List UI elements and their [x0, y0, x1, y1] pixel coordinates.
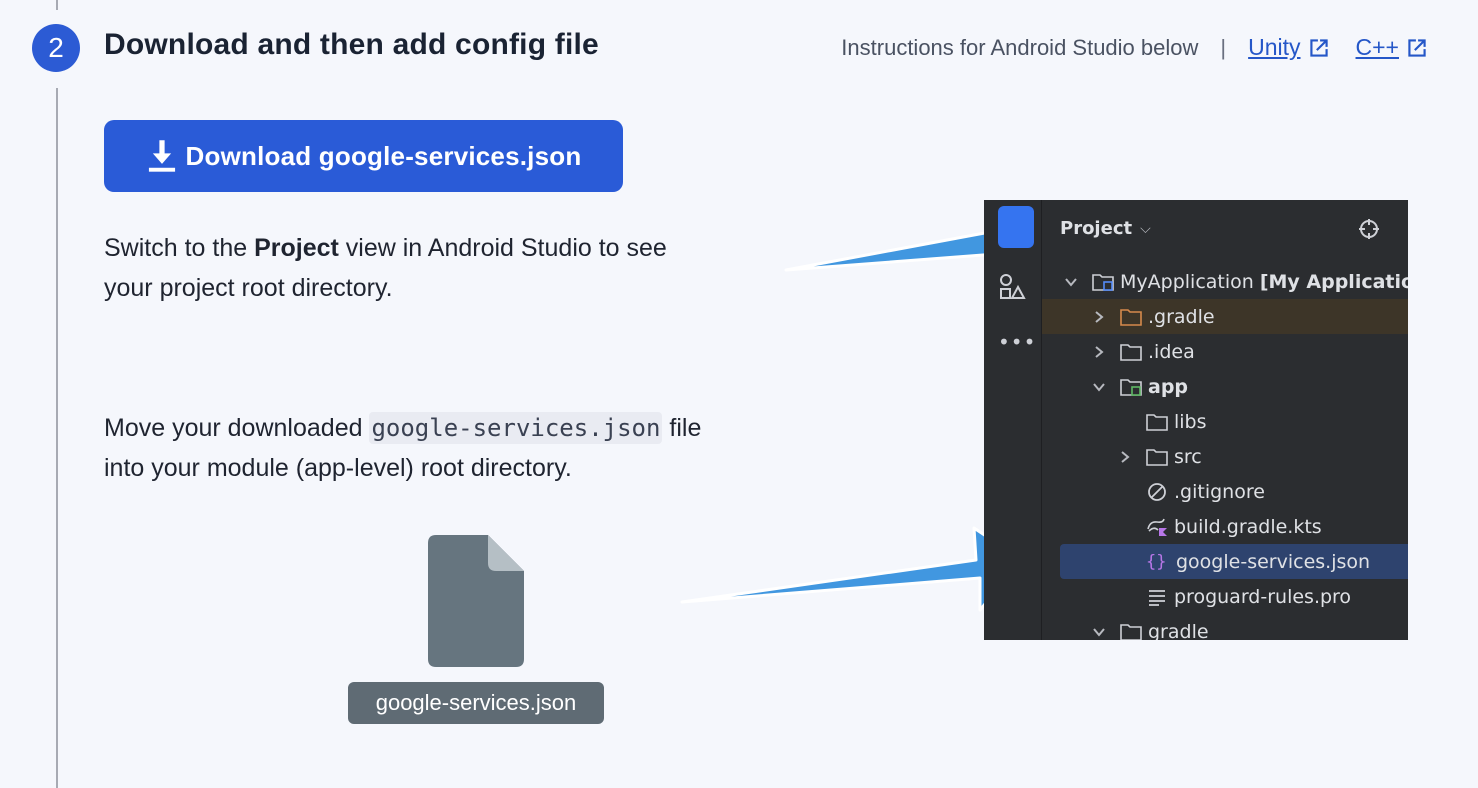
p2-line2: into your module (app-level) root direct…	[104, 454, 572, 482]
tree-item-gradle-cache[interactable]: .gradle	[1042, 299, 1408, 334]
instructions-text: Instructions for Android Studio below	[841, 34, 1199, 60]
step-connector-line	[56, 88, 58, 788]
folder-icon	[1120, 343, 1142, 361]
tree-item-idea[interactable]: .idea	[1092, 334, 1195, 369]
tree-item-libs[interactable]: libs	[1146, 404, 1207, 439]
resource-manager-icon[interactable]	[998, 272, 1026, 300]
tree-item-google-services-json[interactable]: {} google-services.json	[1060, 544, 1408, 579]
tree-label: google-services.json	[1176, 550, 1371, 573]
step-number-badge: 2	[32, 24, 80, 72]
module-folder-icon	[1120, 378, 1142, 396]
p1-bold: Project	[254, 234, 339, 262]
cpp-link[interactable]: C++	[1356, 34, 1430, 61]
file-chip: google-services.json	[348, 682, 604, 724]
chevron-down-icon	[1093, 382, 1105, 392]
p2-text-a: Move your downloaded	[104, 414, 370, 442]
json-file-icon: {}	[1146, 551, 1167, 572]
folder-icon	[1146, 413, 1168, 431]
tree-item-gradle[interactable]: gradle	[1092, 614, 1209, 640]
file-icon	[428, 535, 524, 667]
tree-item-src[interactable]: src	[1118, 439, 1202, 474]
p2-code: google-services.json	[369, 412, 663, 444]
chevron-right-icon	[1095, 345, 1104, 358]
project-tool-active-icon[interactable]	[998, 206, 1034, 248]
tree-item-app[interactable]: app	[1092, 369, 1188, 404]
external-link-icon	[1408, 38, 1426, 57]
step-title: Download and then add config file	[104, 28, 599, 61]
project-view-instruction: Switch to the Project view in Android St…	[104, 228, 667, 308]
p2-text-b: file	[662, 414, 702, 442]
tree-item-build-gradle[interactable]: build.gradle.kts	[1146, 509, 1322, 544]
download-button-label: Download google-services.json	[185, 140, 582, 171]
tree-label: app	[1148, 375, 1189, 398]
tree-item-gitignore[interactable]: .gitignore	[1146, 474, 1265, 509]
tree-label: .gitignore	[1174, 480, 1265, 503]
ide-tool-rail: •••	[984, 200, 1042, 640]
tree-label: .idea	[1148, 340, 1195, 363]
unity-link[interactable]: Unity	[1248, 34, 1331, 61]
tree-label-suffix: [My Application]	[1259, 270, 1408, 293]
move-file-instruction: Move your downloaded google-services.jso…	[104, 408, 701, 488]
folder-icon	[1146, 448, 1168, 466]
gradle-kotlin-icon	[1147, 518, 1167, 536]
p1-text-a: Switch to the	[104, 234, 255, 262]
folder-icon	[1120, 623, 1142, 640]
chevron-down-icon	[1093, 627, 1105, 637]
tree-label: .gradle	[1148, 305, 1215, 328]
locate-file-icon[interactable]	[1358, 218, 1380, 240]
arrow-to-module-root	[680, 526, 1024, 612]
step-connector-top	[56, 0, 58, 10]
tree-label: proguard-rules.pro	[1174, 585, 1352, 608]
instructions-bar: Instructions for Android Studio below | …	[841, 34, 1430, 61]
download-config-button[interactable]: Download google-services.json	[104, 120, 623, 192]
folder-icon	[1120, 308, 1142, 326]
android-studio-project-panel: ••• Project ⌵ MyApplication [My Applicat…	[984, 200, 1408, 640]
ignored-file-icon	[1148, 482, 1166, 501]
chevron-right-icon	[1121, 450, 1130, 463]
tree-label: libs	[1174, 410, 1207, 433]
p1-line2: your project root directory.	[104, 274, 393, 302]
tree-item-proguard[interactable]: proguard-rules.pro	[1146, 579, 1351, 614]
project-view-title: Project	[1060, 218, 1133, 239]
text-file-icon	[1149, 589, 1165, 606]
project-view-header[interactable]: Project ⌵	[1060, 218, 1151, 239]
download-icon	[148, 140, 175, 172]
p1-text-b: view in Android Studio to see	[338, 234, 667, 262]
cpp-link-label: C++	[1355, 34, 1399, 60]
tree-item-myapplication[interactable]: MyApplication [My Application]	[1064, 264, 1408, 299]
tree-label: MyApplication	[1120, 270, 1254, 293]
chevron-down-icon: ⌵	[1140, 220, 1151, 237]
chevron-right-icon	[1095, 310, 1104, 323]
unity-link-label: Unity	[1248, 34, 1301, 60]
tree-label: src	[1174, 445, 1202, 468]
module-folder-icon	[1092, 273, 1114, 291]
external-link-icon	[1309, 38, 1328, 57]
tree-label: build.gradle.kts	[1174, 515, 1322, 538]
chevron-down-icon	[1065, 277, 1077, 287]
tree-label: gradle	[1148, 620, 1209, 641]
instructions-separator: |	[1220, 34, 1227, 60]
more-tools-icon[interactable]: •••	[998, 330, 1036, 354]
